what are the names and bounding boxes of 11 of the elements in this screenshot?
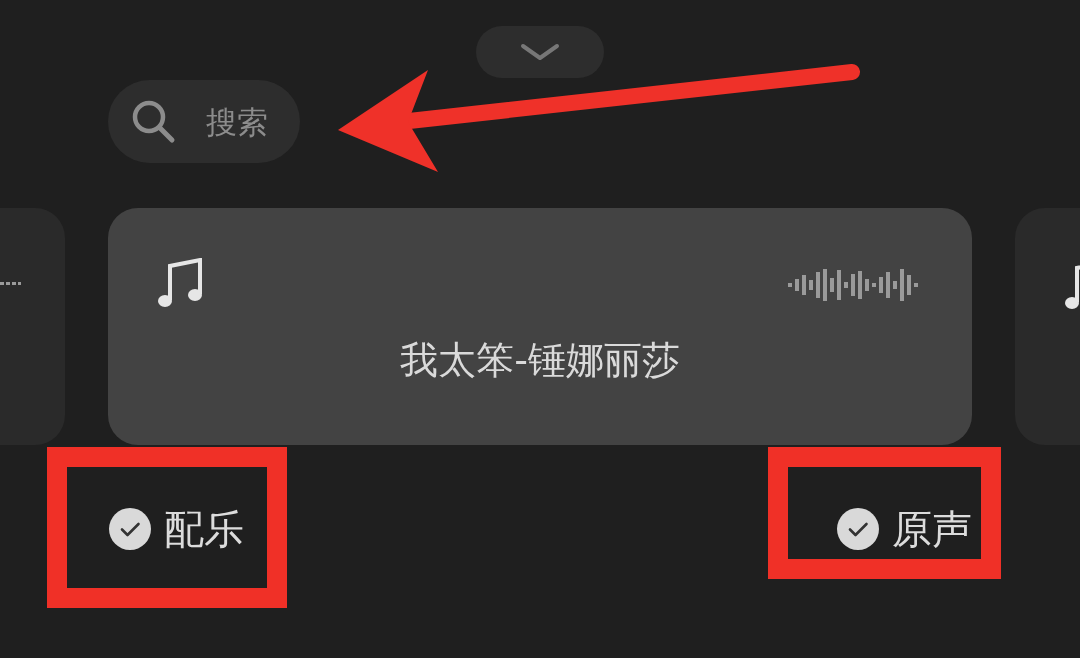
search-field[interactable]: 搜索 — [108, 80, 300, 163]
music-card[interactable]: 我太笨-锤娜丽莎 — [108, 208, 972, 445]
collapse-button[interactable] — [476, 26, 604, 78]
song-title: 我太笨-锤娜丽莎 — [400, 337, 680, 384]
checkbox-checked-icon[interactable] — [108, 507, 152, 551]
chevron-down-icon — [520, 43, 560, 61]
option-label[interactable]: 配乐 — [164, 499, 244, 559]
search-icon — [130, 98, 176, 144]
option-label[interactable]: 原声 — [892, 499, 972, 559]
checkbox-checked-icon[interactable] — [836, 507, 880, 551]
dash-line-icon — [0, 282, 21, 285]
